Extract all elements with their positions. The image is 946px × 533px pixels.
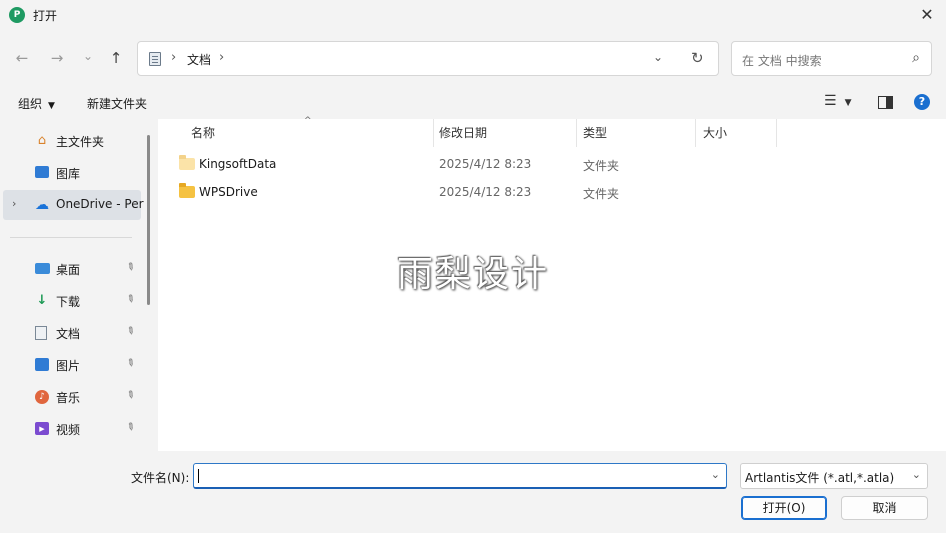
sidebar-item-videos[interactable]: ▶ 视频 ✎ (0, 414, 145, 444)
sidebar-item-label: OneDrive - Per (56, 197, 144, 211)
command-bar: 组织 ▼ 新建文件夹 ☰ ▼ ? (0, 86, 946, 119)
column-divider[interactable] (776, 119, 777, 147)
file-name: KingsoftData (199, 157, 277, 171)
text-cursor (198, 469, 199, 483)
home-icon: ⌂ (37, 133, 47, 148)
sidebar-item-label: 桌面 (56, 263, 81, 277)
caret-down-icon: ▼ (844, 98, 852, 108)
organize-menu-button[interactable]: 组织 ▼ (18, 95, 55, 112)
documents-icon (35, 326, 47, 340)
file-date: 2025/4/12 8:23 (439, 157, 532, 171)
back-button[interactable]: ← (12, 48, 32, 68)
sidebar-item-label: 音乐 (56, 391, 81, 405)
filename-input[interactable]: ⌄ (193, 463, 727, 489)
up-button[interactable]: ↑ (106, 48, 126, 68)
file-date: 2025/4/12 8:23 (439, 185, 532, 199)
sidebar-item-label: 下载 (56, 295, 81, 309)
search-input[interactable]: 在 文档 中搜索 (742, 52, 822, 69)
sidebar-item-downloads[interactable]: ↓ 下载 ✎ (0, 286, 145, 316)
sidebar-scrollbar[interactable] (147, 135, 150, 305)
breadcrumb-documents[interactable]: 文档 (187, 51, 211, 68)
gallery-icon (35, 166, 49, 178)
refresh-icon[interactable]: ↻ (691, 49, 704, 67)
recent-locations-button[interactable]: ⌄ (78, 46, 98, 66)
breadcrumb-separator[interactable]: › (219, 50, 224, 65)
column-divider[interactable] (433, 119, 434, 147)
file-list: 名称 ^ 修改日期 类型 大小 KingsoftData 2025/4/12 8… (158, 116, 946, 451)
folder-icon (179, 183, 195, 198)
sidebar-item-label: 视频 (56, 423, 81, 437)
pin-icon: ✎ (123, 260, 137, 275)
sidebar-item-gallery[interactable]: 图库 (0, 158, 145, 188)
file-type: 文件夹 (583, 187, 620, 201)
pin-icon: ✎ (123, 356, 137, 371)
column-header-date[interactable]: 修改日期 (439, 124, 487, 141)
filename-label: 文件名(N): (131, 471, 190, 485)
video-icon: ▶ (35, 422, 49, 435)
file-type-value: Artlantis文件 (*.atl,*.atla) (745, 471, 895, 485)
help-icon[interactable]: ? (914, 94, 930, 110)
new-folder-button[interactable]: 新建文件夹 (87, 95, 147, 112)
breadcrumb-separator[interactable]: › (171, 50, 176, 65)
column-header-name[interactable]: 名称 (191, 124, 215, 141)
folder-icon (179, 155, 195, 170)
pin-icon: ✎ (123, 388, 137, 403)
sidebar-item-home[interactable]: ⌂ 主文件夹 (0, 126, 145, 156)
sidebar-item-label: 图片 (56, 359, 81, 373)
column-divider[interactable] (576, 119, 577, 147)
music-icon: ♪ (35, 390, 49, 404)
file-type-select[interactable]: Artlantis文件 (*.atl,*.atla) ⌄ (740, 463, 928, 489)
pictures-icon (35, 358, 49, 371)
watermark-text: 雨梨设计 (397, 254, 550, 295)
sidebar-item-onedrive[interactable]: › ☁ OneDrive - Per (3, 190, 144, 220)
sidebar-item-label: 文档 (56, 327, 81, 341)
documents-icon (149, 52, 161, 66)
organize-label: 组织 (18, 97, 43, 111)
view-options-button[interactable]: ☰ ▼ (824, 93, 851, 109)
sort-ascending-icon: ^ (304, 116, 312, 126)
file-row[interactable]: KingsoftData 2025/4/12 8:23 文件夹 (172, 151, 772, 179)
forward-button[interactable]: → (47, 48, 67, 68)
onedrive-cloud-icon: ☁ (35, 197, 49, 213)
caret-down-icon: ▼ (48, 101, 55, 111)
sidebar-item-label: 主文件夹 (56, 135, 105, 149)
file-name: WPSDrive (199, 185, 258, 199)
filename-history-dropdown[interactable]: ⌄ (711, 468, 720, 481)
column-header-size[interactable]: 大小 (703, 124, 727, 141)
sidebar-item-pictures[interactable]: 图片 ✎ (0, 350, 145, 380)
preview-pane-icon[interactable] (878, 96, 893, 109)
sidebar-item-label: 图库 (56, 167, 81, 181)
cancel-button[interactable]: 取消 (841, 496, 928, 520)
file-type: 文件夹 (583, 159, 620, 173)
navigation-pane: ⌂ 主文件夹 图库 › ☁ OneDrive - Per 桌面 ✎ ↓ 下载 ✎… (0, 119, 158, 451)
sidebar-item-documents[interactable]: 文档 ✎ (0, 318, 145, 348)
search-box[interactable]: 在 文档 中搜索 ⌕ (731, 41, 932, 76)
address-history-dropdown[interactable]: ⌄ (653, 50, 663, 64)
sidebar-divider (10, 237, 132, 238)
close-button[interactable]: ✕ (916, 4, 938, 26)
chevron-right-icon[interactable]: › (12, 197, 16, 210)
desktop-icon (35, 263, 50, 274)
chevron-down-icon: ⌄ (911, 468, 921, 481)
sidebar-item-desktop[interactable]: 桌面 ✎ (0, 254, 145, 284)
navigation-bar: ← → ⌄ ↑ › 文档 › ⌄ ↻ 在 文档 中搜索 ⌕ (0, 30, 946, 86)
dialog-footer: 文件名(N): ⌄ Artlantis文件 (*.atl,*.atla) ⌄ 打… (0, 451, 946, 533)
pin-icon: ✎ (123, 324, 137, 339)
pin-icon: ✎ (123, 292, 137, 307)
window-title: 打开 (33, 9, 58, 23)
pin-icon: ✎ (123, 420, 137, 435)
open-button[interactable]: 打开(O) (741, 496, 827, 520)
column-header-type[interactable]: 类型 (583, 124, 607, 141)
sidebar-item-music[interactable]: ♪ 音乐 ✎ (0, 382, 145, 412)
title-bar: P 打开 ✕ (0, 0, 946, 30)
wps-app-icon: P (9, 7, 25, 23)
column-divider[interactable] (695, 119, 696, 147)
file-row[interactable]: WPSDrive 2025/4/12 8:23 文件夹 (172, 179, 772, 207)
search-icon[interactable]: ⌕ (912, 50, 920, 66)
download-icon: ↓ (36, 293, 48, 308)
address-bar[interactable]: › 文档 › ⌄ ↻ (137, 41, 719, 76)
view-list-icon: ☰ (824, 93, 837, 109)
